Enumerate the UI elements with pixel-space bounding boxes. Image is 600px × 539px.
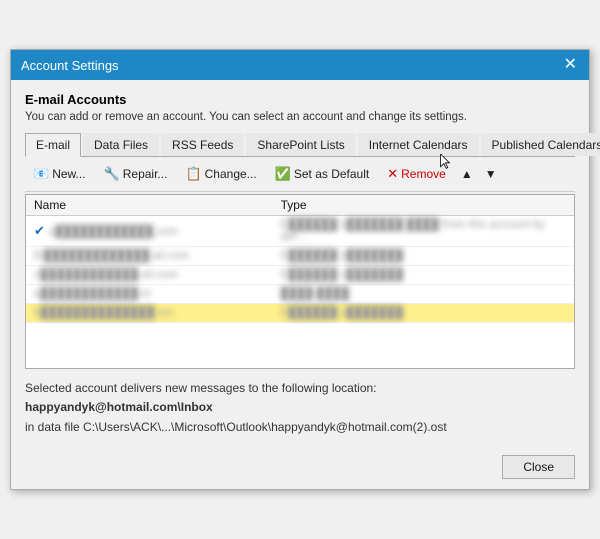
delivery-path: happyandyk@hotmail.com\Inbox: [25, 398, 575, 417]
change-label: Change...: [205, 167, 257, 181]
account-name-text: a████████████.com: [49, 226, 178, 238]
set-default-button[interactable]: ✅ Set as Default: [267, 162, 378, 186]
arrow-down-button[interactable]: ▼: [480, 163, 502, 185]
close-icon[interactable]: ✕: [562, 57, 579, 73]
account-type-text: E██████ s███████: [281, 250, 404, 262]
table-row[interactable]: h██████████████.om E██████ s███████: [26, 304, 574, 323]
table-row[interactable]: ✔ a████████████.com E██████ s███████ ████ …: [26, 216, 574, 247]
arrow-up-button[interactable]: ▲: [456, 163, 478, 185]
data-file-path: in data file C:\Users\ACK\...\Microsoft\…: [25, 418, 575, 437]
account-type: E██████ s███████: [273, 304, 574, 323]
col-header-name: Name: [26, 195, 273, 216]
title-bar: Account Settings ✕: [11, 50, 589, 80]
table-row[interactable]: th█████████████.ail.com E██████ s███████: [26, 247, 574, 266]
remove-button[interactable]: ✕ Remove: [379, 162, 454, 186]
toolbar: 📧 New... 🔧 Repair... 📋 Change... ✅ Set a…: [25, 157, 575, 192]
new-icon: 📧: [33, 166, 49, 182]
change-button[interactable]: 📋 Change...: [177, 162, 264, 186]
tab-internet-calendars[interactable]: Internet Calendars: [358, 133, 479, 156]
account-type: E██████ s███████: [273, 247, 574, 266]
tab-email[interactable]: E-mail: [25, 133, 81, 157]
account-type-text: E██████ s███████ ████ from this account …: [281, 219, 545, 243]
account-type-text: ████ ████: [281, 288, 349, 300]
account-name-text: th█████████████.ail.com: [34, 250, 189, 262]
account-type: E██████ s███████: [273, 266, 574, 285]
table-row[interactable]: o████████████.ail.com E██████ s███████: [26, 266, 574, 285]
account-name: h██████████████.om: [26, 304, 273, 323]
change-icon: 📋: [185, 166, 201, 182]
new-label: New...: [52, 167, 85, 181]
tab-bar: E-mail Data Files RSS Feeds SharePoint L…: [25, 133, 575, 157]
account-name: ✔ a████████████.com: [26, 216, 273, 247]
tab-sharepoint[interactable]: SharePoint Lists: [246, 133, 355, 156]
tab-published-calendars[interactable]: Published Calendars: [481, 133, 600, 156]
account-type: E██████ s███████ ████ from this account …: [273, 216, 574, 247]
dialog-footer: Close: [11, 447, 589, 489]
repair-label: Repair...: [123, 167, 168, 181]
repair-icon: 🔧: [104, 166, 120, 182]
col-header-type: Type: [273, 195, 574, 216]
account-type-text: E██████ s███████: [281, 269, 404, 281]
account-name: o████████████.ail.com: [26, 266, 273, 285]
dialog-body: E-mail Accounts You can add or remove an…: [11, 80, 589, 447]
dialog-title: Account Settings: [21, 58, 119, 73]
accounts-table-container: Name Type ✔ a████████████.com E██████ s███…: [25, 194, 575, 369]
close-button[interactable]: Close: [502, 455, 575, 479]
accounts-table: Name Type ✔ a████████████.com E██████ s███…: [26, 195, 574, 323]
repair-button[interactable]: 🔧 Repair...: [96, 162, 176, 186]
set-default-icon: ✅: [275, 166, 291, 182]
new-button[interactable]: 📧 New...: [25, 162, 94, 186]
account-type: ████ ████: [273, 285, 574, 304]
account-name-text: a████████████.m: [34, 288, 151, 300]
default-checkmark: ✔: [34, 223, 45, 238]
account-name: th█████████████.ail.com: [26, 247, 273, 266]
account-name-text: o████████████.ail.com: [34, 269, 178, 281]
table-row[interactable]: a████████████.m ████ ████: [26, 285, 574, 304]
section-title: E-mail Accounts: [25, 92, 575, 107]
account-name: a████████████.m: [26, 285, 273, 304]
remove-label: Remove: [401, 167, 446, 181]
remove-icon: ✕: [387, 166, 398, 182]
footer-info: Selected account delivers new messages t…: [25, 379, 575, 437]
tab-rss-feeds[interactable]: RSS Feeds: [161, 133, 244, 156]
account-name-text: h██████████████.om: [34, 307, 174, 319]
set-default-label: Set as Default: [294, 167, 369, 181]
account-settings-dialog: Account Settings ✕ E-mail Accounts You c…: [10, 49, 590, 490]
footer-description: Selected account delivers new messages t…: [25, 379, 575, 398]
section-description: You can add or remove an account. You ca…: [25, 111, 575, 123]
account-type-text: E██████ s███████: [281, 307, 404, 319]
tab-data-files[interactable]: Data Files: [83, 133, 159, 156]
